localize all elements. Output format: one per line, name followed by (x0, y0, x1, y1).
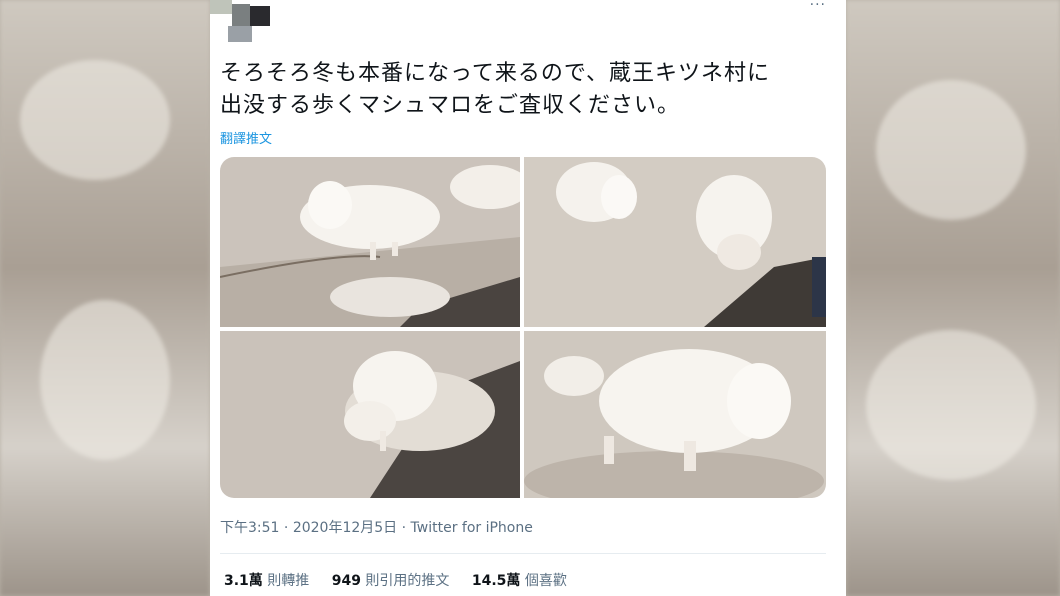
photo-2[interactable] (524, 157, 826, 327)
retweets-count: 3.1萬 (224, 573, 263, 589)
more-options-icon[interactable]: ··· (810, 0, 826, 12)
likes-count: 14.5萬 (471, 573, 521, 589)
retweets-label: 則轉推 (267, 573, 310, 589)
avatar[interactable] (210, 0, 272, 44)
quotes-count: 949 (331, 573, 361, 589)
photo-4[interactable] (524, 331, 826, 498)
translate-tweet-link[interactable]: 翻譯推文 (220, 128, 272, 147)
retweets-stat[interactable]: 3.1萬 則轉推 (224, 573, 314, 589)
tweet-time[interactable]: 下午3:51 (220, 520, 279, 536)
photo-grid (220, 157, 826, 498)
tweet-card: ··· そろそろ冬も本番になって来るので、蔵王キツネ村に 出没する歩くマシュマロ… (210, 0, 846, 596)
tweet-date[interactable]: 2020年12月5日 (293, 520, 397, 536)
background-right (846, 0, 1060, 596)
tweet-source[interactable]: Twitter for iPhone (411, 520, 533, 536)
divider (220, 553, 826, 554)
likes-label: 個喜歡 (524, 573, 567, 589)
tweet-stats: 3.1萬 則轉推 949 則引用的推文 14.5萬 個喜歡 (224, 570, 585, 590)
tweet-text: そろそろ冬も本番になって来るので、蔵王キツネ村に 出没する歩くマシュマロをご査収… (220, 58, 820, 122)
background-left (0, 0, 210, 596)
tweet-text-line-2: 出没する歩くマシュマロをご査収ください。 (220, 93, 681, 118)
meta-separator: · (283, 520, 289, 536)
photo-1[interactable] (220, 157, 520, 327)
tweet-meta: 下午3:51 · 2020年12月5日 · Twitter for iPhone (220, 517, 533, 537)
quotes-label: 則引用的推文 (365, 573, 450, 589)
meta-separator: · (401, 520, 407, 536)
photo-3[interactable] (220, 331, 520, 498)
likes-stat[interactable]: 14.5萬 個喜歡 (472, 573, 567, 589)
quotes-stat[interactable]: 949 則引用的推文 (332, 573, 454, 589)
tweet-text-line-1: そろそろ冬も本番になって来るので、蔵王キツネ村に (220, 61, 771, 86)
